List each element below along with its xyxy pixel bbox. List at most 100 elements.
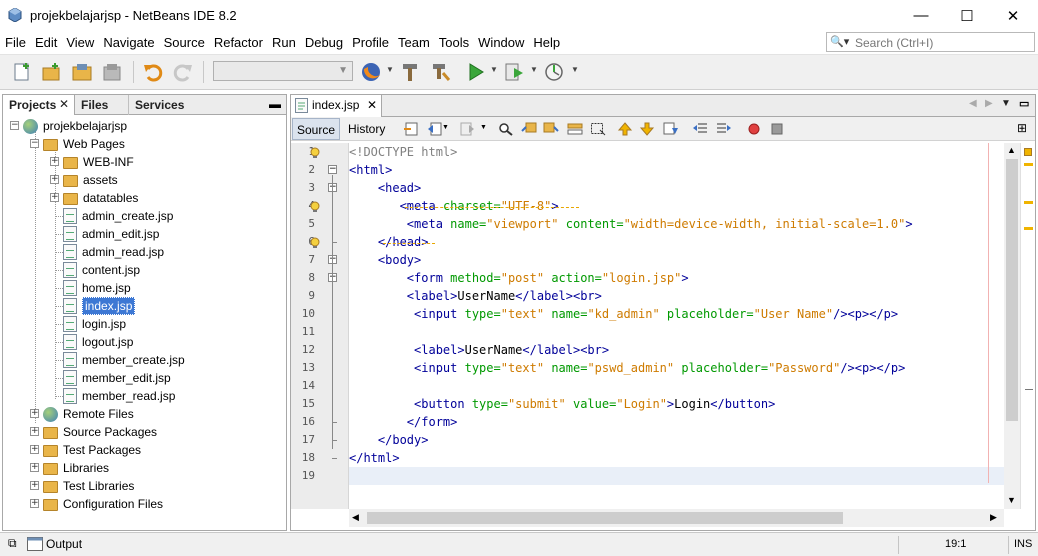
close-tab-icon[interactable]: ✕ [367, 98, 377, 112]
previous-bookmark-icon[interactable] [617, 122, 633, 136]
menu-help[interactable]: Help [528, 35, 564, 50]
code-line[interactable]: <html> [349, 161, 392, 179]
vertical-scrollbar[interactable]: ▲ ▼ [1004, 143, 1020, 509]
find-previous-icon[interactable] [521, 122, 537, 136]
open-project-icon[interactable] [71, 61, 93, 83]
start-macro-recording-icon[interactable] [746, 122, 762, 136]
new-project-icon[interactable] [40, 61, 62, 83]
chevron-down-icon[interactable]: ▼ [386, 65, 394, 74]
expand-toggle-icon[interactable]: + [30, 409, 39, 418]
configuration-combo[interactable]: ▼ [213, 61, 353, 81]
code-line[interactable]: <body> [349, 251, 421, 269]
scroll-tabs-left-icon[interactable]: ◀ [969, 98, 977, 109]
toggle-highlight-icon[interactable] [567, 122, 583, 136]
clean-build-icon[interactable] [429, 61, 451, 83]
chevron-down-icon[interactable]: ▼ [490, 65, 498, 74]
tree-node-file-home-jsp[interactable]: home.jsp [63, 279, 131, 297]
tree-node-file-login-jsp[interactable]: login.jsp [63, 315, 126, 333]
code-line[interactable]: <input type="text" name="kd_admin" place… [349, 305, 898, 323]
tree-node-file-index-jsp[interactable]: index.jsp [63, 297, 136, 315]
toggle-bookmark-icon[interactable] [663, 122, 679, 136]
scroll-up-icon[interactable]: ▲ [1007, 145, 1016, 155]
source-view-button[interactable]: Source [292, 118, 340, 140]
debug-icon[interactable] [503, 61, 525, 83]
menu-refactor[interactable]: Refactor [209, 35, 267, 50]
menu-view[interactable]: View [61, 35, 98, 50]
tab-files[interactable]: Files [75, 95, 129, 115]
scroll-down-icon[interactable]: ▼ [1007, 495, 1016, 505]
tree-node-file-member-create-jsp[interactable]: member_create.jsp [63, 351, 185, 369]
minimize-button[interactable]: — [898, 0, 944, 31]
tree-node-libraries[interactable]: Libraries [43, 459, 109, 477]
tree-node-source-packages[interactable]: Source Packages [43, 423, 157, 441]
tab-projects[interactable]: Projects ✕ [3, 95, 75, 115]
expand-toggle-icon[interactable]: + [30, 427, 39, 436]
code-line[interactable]: </head> [349, 233, 429, 251]
show-opened-documents-icon[interactable]: ▼ [1001, 98, 1011, 109]
hint-bulb-icon[interactable] [309, 147, 321, 159]
warning-mark[interactable] [1024, 201, 1033, 204]
chevron-down-icon[interactable]: ▼ [480, 124, 487, 131]
menu-edit[interactable]: Edit [30, 35, 61, 50]
tree-node-test-packages[interactable]: Test Packages [43, 441, 141, 459]
expand-toggle-icon[interactable]: + [30, 445, 39, 454]
expand-toggle-icon[interactable]: + [30, 481, 39, 490]
forward-icon[interactable] [459, 122, 475, 136]
expand-toggle-icon[interactable]: − [30, 139, 39, 148]
split-window-icon[interactable]: ⊞ [1017, 121, 1027, 135]
output-label[interactable]: Output [46, 537, 82, 551]
expand-toggle-icon[interactable]: + [30, 463, 39, 472]
expand-toggle-icon[interactable]: + [30, 499, 39, 508]
tree-node-web-pages[interactable]: Web Pages [43, 135, 125, 153]
minimize-panel-button[interactable]: ▬ [269, 97, 281, 111]
tree-node-folder-web-inf[interactable]: WEB-INF [63, 153, 134, 171]
menu-team[interactable]: Team [393, 35, 434, 50]
chevron-down-icon[interactable]: ▼ [442, 124, 449, 131]
output-window-icon[interactable] [27, 537, 43, 551]
chevron-down-icon[interactable]: ▼ [571, 65, 579, 74]
tree-node-file-member-edit-jsp[interactable]: member_edit.jsp [63, 369, 171, 387]
editor-tab-index-jsp[interactable]: index.jsp ✕ [291, 95, 382, 117]
browser-firefox-icon[interactable] [360, 61, 382, 83]
expand-toggle-icon[interactable]: + [50, 175, 59, 184]
chevron-down-icon[interactable]: ▼ [338, 65, 348, 76]
stop-macro-recording-icon[interactable] [769, 122, 785, 136]
fold-toggle-icon[interactable]: − [328, 165, 337, 174]
code-line[interactable]: <button type="submit" value="Login">Logi… [349, 395, 775, 413]
menu-window[interactable]: Window [473, 35, 528, 50]
code-line[interactable]: <meta charset="UTF-8"> [349, 197, 559, 215]
tree-node-file-content-jsp[interactable]: content.jsp [63, 261, 140, 279]
code-line[interactable]: <!DOCTYPE html> [349, 143, 457, 161]
menu-tools[interactable]: Tools [434, 35, 473, 50]
code-line[interactable]: </form> [349, 413, 458, 431]
menu-navigate[interactable]: Navigate [98, 35, 158, 50]
tree-node-file-admin-read-jsp[interactable]: admin_read.jsp [63, 243, 164, 261]
error-stripe[interactable] [1020, 143, 1035, 509]
shift-line-left-icon[interactable] [692, 122, 708, 136]
expand-toggle-icon[interactable]: − [10, 121, 19, 130]
search-box[interactable]: 🔍▾ Search (Ctrl+I) [826, 32, 1035, 52]
search-icon[interactable]: 🔍▾ [830, 35, 849, 48]
maximize-window-icon[interactable]: ▭ [1019, 97, 1029, 110]
maximize-button[interactable]: ☐ [944, 0, 990, 31]
expand-toggle-icon[interactable]: + [50, 157, 59, 166]
build-hammer-icon[interactable] [399, 61, 421, 83]
undo-icon[interactable] [142, 61, 164, 83]
last-edit-icon[interactable] [403, 122, 419, 136]
tree-node-configuration-files[interactable]: Configuration Files [43, 495, 163, 513]
tree-node-file-admin-edit-jsp[interactable]: admin_edit.jsp [63, 225, 159, 243]
menu-run[interactable]: Run [267, 35, 300, 50]
scroll-right-icon[interactable]: ▶ [990, 512, 997, 523]
code-line[interactable]: <head> [349, 179, 421, 197]
chevron-down-icon[interactable]: ▼ [530, 65, 538, 74]
menu-source[interactable]: Source [159, 35, 209, 50]
code-line[interactable]: <input type="text" name="pswd_admin" pla… [349, 359, 905, 377]
toggle-rect-selection-icon[interactable] [590, 122, 606, 136]
find-next-icon[interactable] [543, 122, 559, 136]
code-line[interactable]: <form method="post" action="login.jsp"> [349, 269, 689, 287]
code-line[interactable]: <label>UserName</label><br> [349, 287, 602, 305]
code-line[interactable]: <label>UserName</label><br> [349, 341, 609, 359]
code-line[interactable]: </body> [349, 431, 429, 449]
next-bookmark-icon[interactable] [639, 122, 655, 136]
restore-window-icon[interactable]: ⧉ [8, 536, 17, 551]
